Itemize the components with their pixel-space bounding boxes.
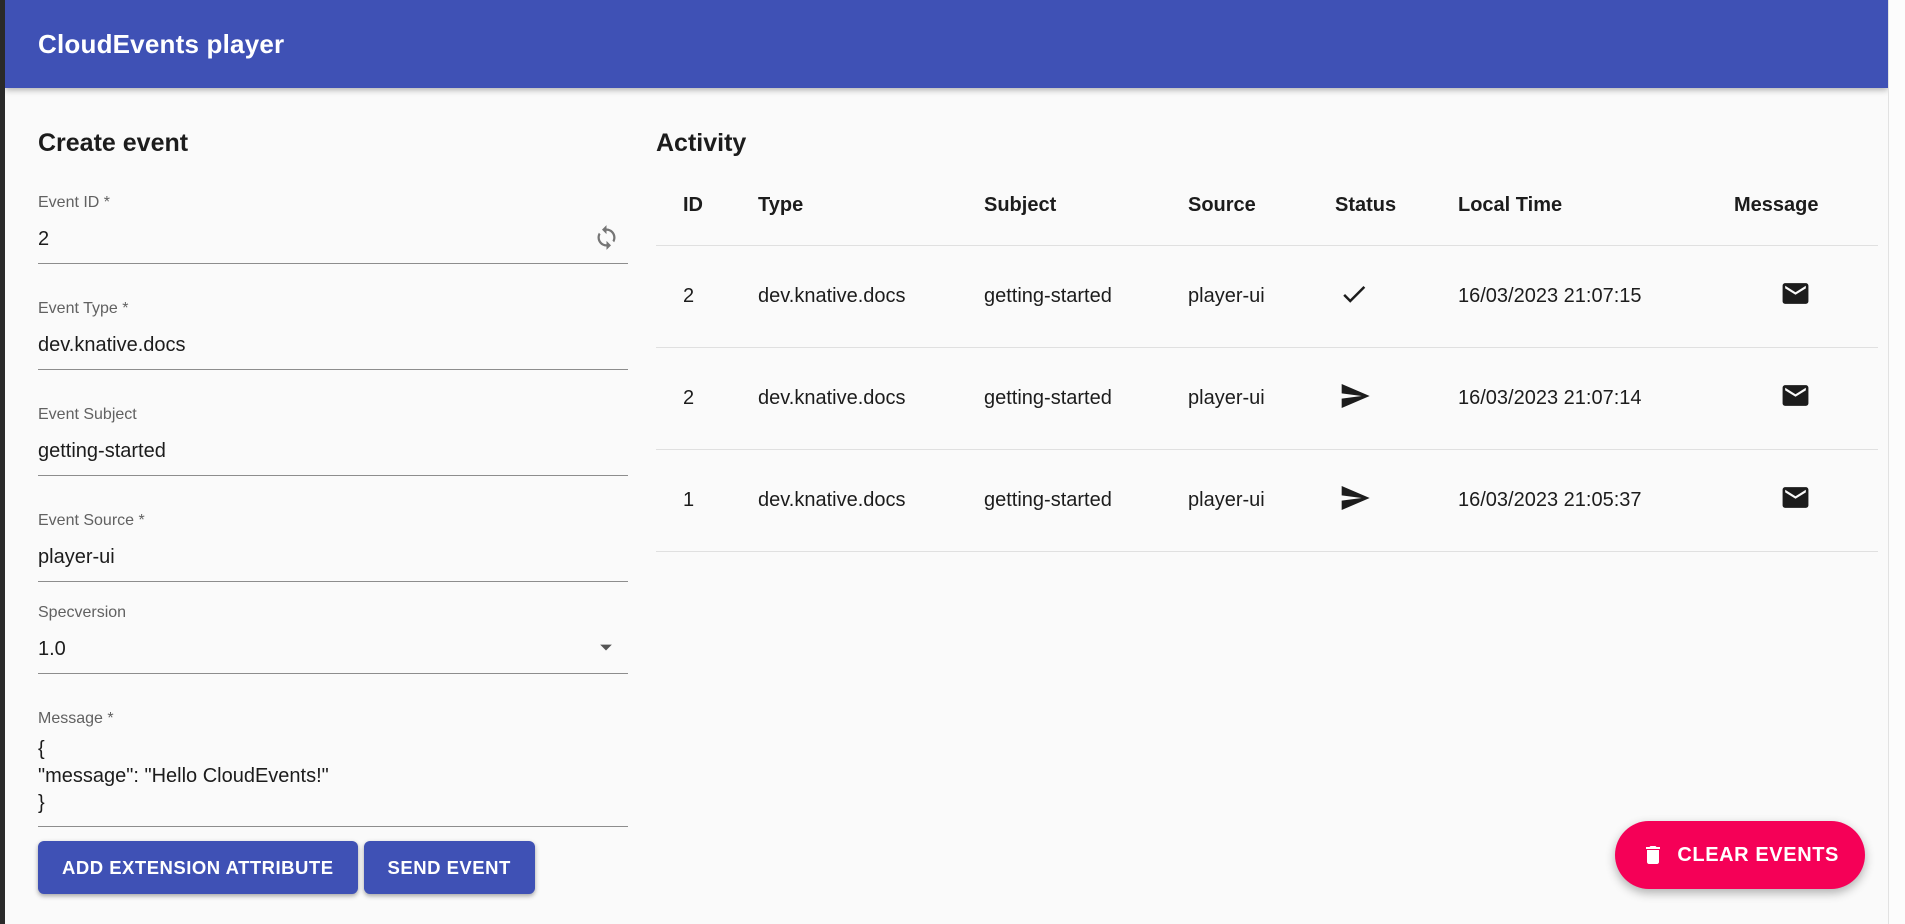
refresh-icon[interactable] — [592, 223, 620, 251]
table-row: 2dev.knative.docsgetting-startedplayer-u… — [656, 348, 1878, 450]
send-icon — [1339, 482, 1371, 514]
activity-panel: Activity ID Type Subject Source Status L… — [656, 128, 1878, 552]
cell-subject: getting-started — [957, 246, 1161, 348]
event-id-value[interactable]: 2 — [38, 226, 628, 263]
cell-message — [1707, 450, 1878, 552]
column-header-id: ID — [656, 158, 731, 246]
column-header-status: Status — [1308, 158, 1431, 246]
cell-local-time: 16/03/2023 21:07:15 — [1431, 246, 1707, 348]
check-icon — [1339, 279, 1369, 309]
table-row: 2dev.knative.docsgetting-startedplayer-u… — [656, 246, 1878, 348]
cell-type: dev.knative.docs — [731, 450, 957, 552]
app-header: CloudEvents player — [5, 0, 1888, 88]
column-header-local-time: Local Time — [1431, 158, 1707, 246]
email-icon[interactable] — [1780, 380, 1811, 411]
trash-icon — [1641, 843, 1665, 867]
event-type-field[interactable]: Event Type * dev.knative.docs — [38, 300, 628, 370]
cell-status — [1308, 348, 1431, 450]
cell-status — [1308, 450, 1431, 552]
vertical-scrollbar[interactable] — [1888, 0, 1905, 924]
message-label: Message * — [38, 710, 628, 728]
activity-table: ID Type Subject Source Status Local Time… — [656, 158, 1878, 552]
cell-local-time: 16/03/2023 21:07:14 — [1431, 348, 1707, 450]
clear-events-button[interactable]: CLEAR EVENTS — [1615, 821, 1865, 889]
column-header-source: Source — [1161, 158, 1308, 246]
event-source-label: Event Source * — [38, 512, 628, 530]
app-title: CloudEvents player — [38, 29, 284, 60]
event-id-field[interactable]: Event ID * 2 — [38, 194, 628, 264]
event-type-label: Event Type * — [38, 300, 628, 318]
cell-subject: getting-started — [957, 348, 1161, 450]
event-type-value[interactable]: dev.knative.docs — [38, 332, 628, 369]
cell-subject: getting-started — [957, 450, 1161, 552]
event-source-value[interactable]: player-ui — [38, 544, 628, 581]
column-header-subject: Subject — [957, 158, 1161, 246]
table-header-row: ID Type Subject Source Status Local Time… — [656, 158, 1878, 246]
clear-events-label: CLEAR EVENTS — [1677, 844, 1839, 867]
cell-status — [1308, 246, 1431, 348]
cell-message — [1707, 348, 1878, 450]
message-value[interactable]: { "message": "Hello CloudEvents!" } — [38, 736, 628, 826]
cell-source: player-ui — [1161, 246, 1308, 348]
event-subject-label: Event Subject — [38, 406, 628, 424]
table-row: 1dev.knative.docsgetting-startedplayer-u… — [656, 450, 1878, 552]
create-event-heading: Create event — [38, 128, 628, 158]
send-event-button[interactable]: SEND EVENT — [364, 841, 535, 894]
cell-type: dev.knative.docs — [731, 348, 957, 450]
main-content: Create event Event ID * 2 Event Type * d… — [5, 88, 1888, 924]
event-subject-value[interactable]: getting-started — [38, 438, 628, 475]
cell-local-time: 16/03/2023 21:05:37 — [1431, 450, 1707, 552]
event-subject-field[interactable]: Event Subject getting-started — [38, 406, 628, 476]
cell-source: player-ui — [1161, 450, 1308, 552]
column-header-type: Type — [731, 158, 957, 246]
specversion-select[interactable]: Specversion 1.0 — [38, 604, 628, 674]
cell-id: 2 — [656, 246, 731, 348]
form-actions: ADD EXTENSION ATTRIBUTE SEND EVENT — [38, 841, 628, 894]
activity-table-body: 2dev.knative.docsgetting-startedplayer-u… — [656, 246, 1878, 552]
event-source-field[interactable]: Event Source * player-ui — [38, 512, 628, 582]
dropdown-arrow-icon[interactable] — [592, 633, 620, 661]
event-id-label: Event ID * — [38, 194, 628, 212]
window-left-edge — [0, 0, 5, 924]
column-header-message: Message — [1707, 158, 1878, 246]
cell-id: 1 — [656, 450, 731, 552]
cell-type: dev.knative.docs — [731, 246, 957, 348]
activity-heading: Activity — [656, 128, 1878, 158]
cell-message — [1707, 246, 1878, 348]
email-icon[interactable] — [1780, 482, 1811, 513]
message-field[interactable]: Message * { "message": "Hello CloudEvent… — [38, 710, 628, 827]
specversion-label: Specversion — [38, 604, 628, 622]
send-icon — [1339, 380, 1371, 412]
email-icon[interactable] — [1780, 278, 1811, 309]
create-event-panel: Create event Event ID * 2 Event Type * d… — [38, 128, 628, 894]
add-extension-attribute-button[interactable]: ADD EXTENSION ATTRIBUTE — [38, 841, 358, 894]
specversion-value[interactable]: 1.0 — [38, 636, 628, 673]
cell-id: 2 — [656, 348, 731, 450]
cell-source: player-ui — [1161, 348, 1308, 450]
